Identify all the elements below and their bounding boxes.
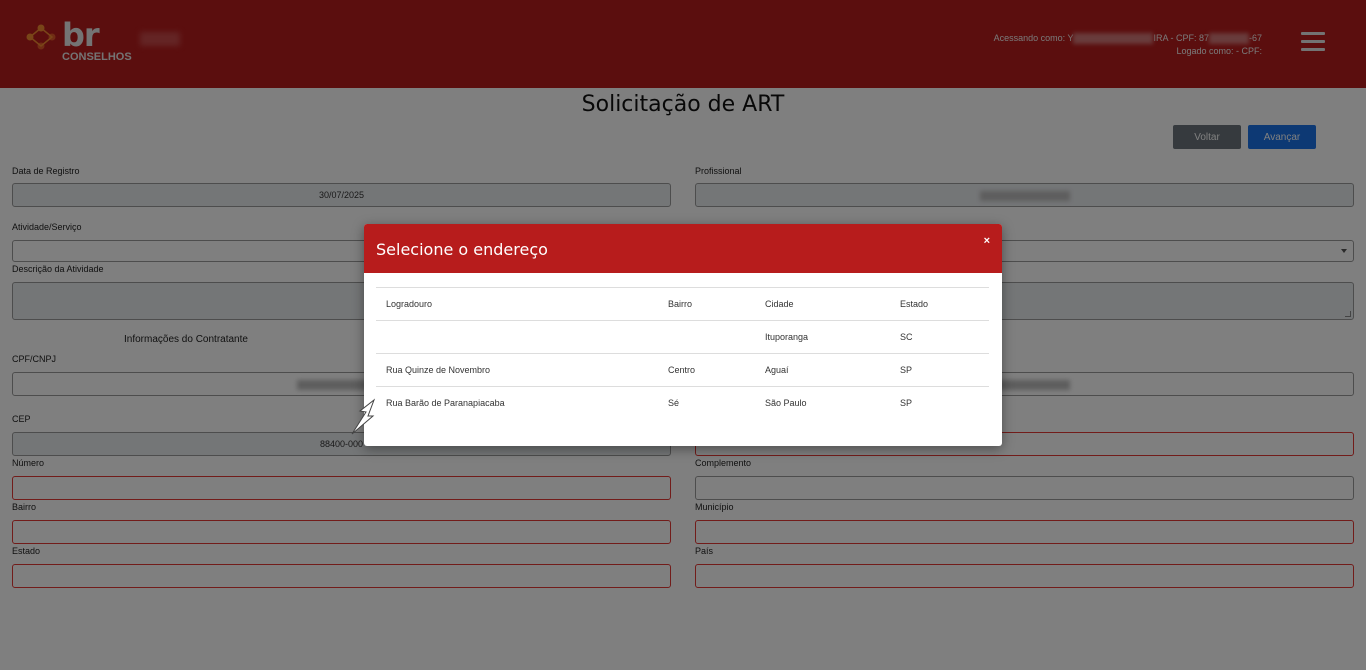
- table-row[interactable]: Rua Quinze de Novembro Centro Aguaí SP: [376, 353, 989, 387]
- modal-title: Selecione o endereço: [376, 240, 548, 259]
- cell-logradouro: Rua Barão de Paranapiacaba: [376, 386, 658, 420]
- column-header-estado: Estado: [890, 287, 989, 321]
- column-header-logradouro: Logradouro: [376, 287, 658, 321]
- close-icon[interactable]: ×: [984, 235, 990, 247]
- table-row[interactable]: Ituporanga SC: [376, 320, 989, 354]
- cell-cidade: Aguaí: [755, 353, 890, 387]
- cell-cidade: São Paulo: [755, 386, 890, 420]
- cell-bairro: Sé: [658, 386, 755, 420]
- cell-estado: SP: [890, 353, 989, 387]
- modal-header: Selecione o endereço ×: [364, 224, 1002, 273]
- cell-estado: SC: [890, 320, 989, 354]
- table-header-row: Logradouro Bairro Cidade Estado: [376, 287, 989, 321]
- column-header-bairro: Bairro: [658, 287, 755, 321]
- address-select-modal: Selecione o endereço × Logradouro Bairro…: [364, 224, 1002, 446]
- cell-logradouro: Rua Quinze de Novembro: [376, 353, 658, 387]
- cell-estado: SP: [890, 386, 989, 420]
- cell-logradouro: [376, 320, 658, 354]
- mouse-pointer-icon: [351, 398, 376, 435]
- cell-bairro: [658, 320, 755, 354]
- address-table: Logradouro Bairro Cidade Estado Ituporan…: [376, 287, 989, 420]
- cell-cidade: Ituporanga: [755, 320, 890, 354]
- cell-bairro: Centro: [658, 353, 755, 387]
- column-header-cidade: Cidade: [755, 287, 890, 321]
- table-row[interactable]: Rua Barão de Paranapiacaba Sé São Paulo …: [376, 386, 989, 420]
